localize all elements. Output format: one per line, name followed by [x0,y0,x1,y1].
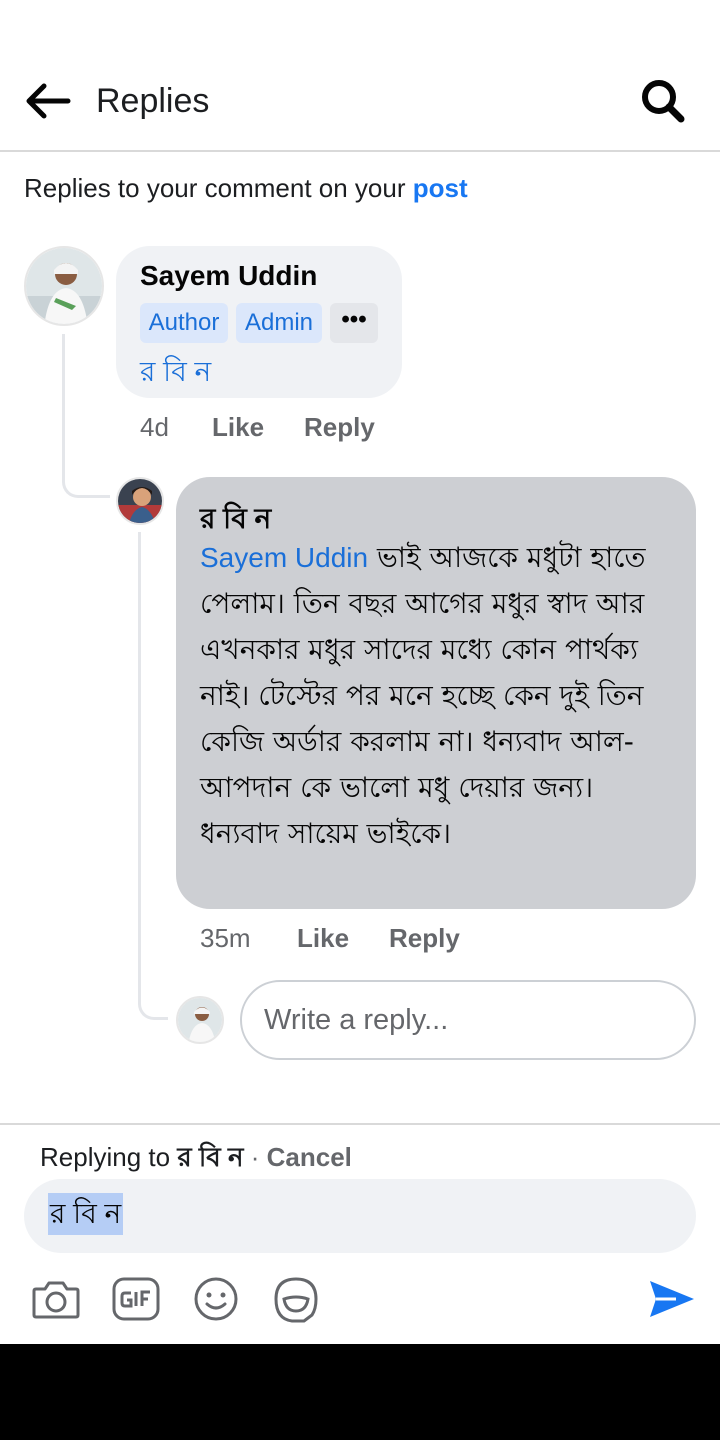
more-options-button[interactable]: ••• [330,303,378,343]
replying-to-label: Replying to [40,1142,171,1172]
replying-to-target: র বি ন [177,1142,244,1172]
system-navigation-bar [0,1344,720,1440]
reply-text: Sayem Uddin ভাই আজকে মধুটা হাতে পেলাম। ত… [200,535,680,857]
gif-icon [112,1277,160,1321]
search-button[interactable] [638,76,688,126]
admin-badge: Admin [236,303,322,343]
camera-button[interactable] [30,1273,82,1325]
write-reply-field[interactable] [240,980,696,1060]
sticker-button[interactable] [270,1273,322,1325]
send-icon [650,1281,694,1317]
reply-time: 35m [200,923,251,953]
reply-like-button[interactable]: Like [297,923,349,954]
reply-body: ভাই আজকে মধুটা হাতে পেলাম। তিন বছর আগের … [200,541,646,850]
back-button[interactable] [22,78,74,124]
page-title: Replies [96,82,210,120]
composer: Replying to র বি ন · Cancel র বি ন [0,1123,720,1344]
search-icon [642,80,685,123]
avatar[interactable] [116,477,164,525]
reply-reply-button[interactable]: Reply [389,923,460,954]
author-badge: Author [140,303,228,343]
thread-connector [62,334,110,498]
sticker-icon [274,1277,318,1323]
send-button[interactable] [646,1273,698,1325]
back-arrow-icon [26,83,71,119]
comment-like-button[interactable]: Like [212,412,264,443]
emoji-button[interactable] [190,1273,242,1325]
gif-button[interactable] [110,1273,162,1325]
comment-time: 4d [140,412,169,442]
cancel-reply-button[interactable]: Cancel [267,1142,352,1172]
thread-connector [138,532,168,1020]
avatar[interactable] [24,246,104,326]
write-reply-input[interactable] [264,1000,664,1040]
replies-context: Replies to your comment on your post [24,173,468,204]
camera-icon [32,1281,80,1319]
emoji-icon [194,1277,238,1321]
comment-mention[interactable]: র বি ন [140,350,211,397]
comment-input[interactable]: র বি ন [24,1179,696,1253]
avatar [176,996,224,1044]
separator: · [250,1142,260,1172]
reply-bubble[interactable]: র বি ন Sayem Uddin ভাই আজকে মধুটা হাতে প… [176,477,696,909]
comment-reply-button[interactable]: Reply [304,412,375,443]
comment-input-text[interactable]: র বি ন [48,1193,124,1235]
context-text: Replies to your comment on your [24,173,406,203]
replying-to-bar: Replying to র বি ন · Cancel [40,1137,352,1181]
app-header: Replies [0,52,720,152]
reply-mention[interactable]: Sayem Uddin [200,542,368,573]
comment-author[interactable]: Sayem Uddin [140,260,317,292]
comment-bubble[interactable]: Sayem Uddin Author Admin ••• র বি ন [116,246,402,398]
post-link[interactable]: post [413,173,468,203]
